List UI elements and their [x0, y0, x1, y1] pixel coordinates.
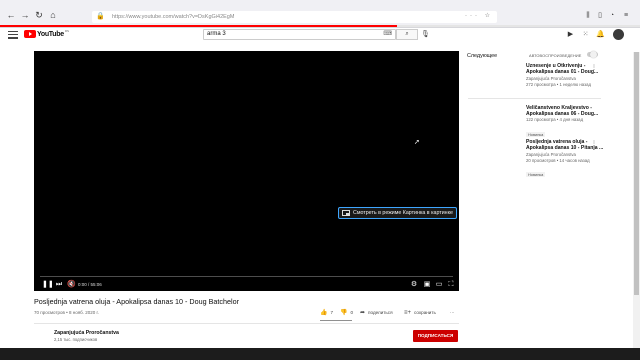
subscribe-button[interactable]: ПОДПИСАТЬСЯ — [413, 330, 458, 342]
youtube-logo[interactable]: YouTube RS — [24, 29, 69, 39]
share-label: поделиться — [368, 310, 393, 315]
video-title: Posljednja vatrena oluja - Apokalipsa da… — [34, 297, 239, 306]
logo-country: RS — [64, 29, 69, 33]
scrollbar[interactable] — [633, 52, 640, 348]
apps-icon[interactable]: ⁙ — [581, 30, 590, 39]
rec-title[interactable]: Veličanstveno Kraljevstvo - Apokalipsa d… — [526, 105, 606, 117]
more-icon[interactable]: ··· — [450, 309, 455, 317]
video-meta: 70 просмотров • 8 нояб. 2020 г. — [34, 310, 99, 315]
mouse-cursor-icon: ➚ — [414, 139, 420, 146]
like-count: 7 — [330, 310, 334, 315]
search-button[interactable]: ⌕ — [396, 29, 418, 40]
search-icon: ⌕ — [405, 31, 409, 37]
video-camera-icon[interactable]: ▶ — [566, 30, 575, 39]
more-icon[interactable]: ⋮ — [591, 64, 597, 71]
rec-stats: 272 просмотра • 1 неделю назад — [526, 81, 592, 87]
recommended-video[interactable]: Veličanstveno Kraljevstvo - Apokalipsa d… — [526, 105, 606, 141]
thumbs-down-icon: 👎 — [340, 310, 348, 316]
up-next-heading: Следующее — [467, 53, 498, 59]
pip-icon — [342, 210, 350, 216]
youtube-play-icon — [24, 30, 36, 38]
volume-icon[interactable]: 🔇 — [67, 280, 76, 289]
save-label: сохранить — [414, 310, 436, 315]
forward-icon[interactable]: → — [20, 10, 30, 20]
extension-icon[interactable]: ◔ — [608, 12, 616, 20]
sentiment-bar — [320, 320, 352, 321]
reload-icon[interactable]: ↻ — [34, 10, 44, 20]
pip-tooltip-text: Смотреть в режиме Картинка в картинке — [353, 210, 453, 216]
new-badge: Новинка — [526, 131, 546, 137]
settings-icon[interactable]: ⚙ — [410, 280, 418, 289]
pip-tooltip[interactable]: Смотреть в режиме Картинка в картинке — [338, 207, 457, 219]
url-bar[interactable]: 🔒 https://www.youtube.com/watch?v=DsKgGi… — [92, 11, 497, 23]
channel-name[interactable]: Zapanjujuća Proročanstva — [54, 330, 119, 336]
page-load-progress — [0, 25, 640, 27]
more-icon[interactable]: ⋮ — [591, 140, 597, 147]
library-icon[interactable]: ⫼ — [584, 12, 592, 20]
fullscreen-icon[interactable]: ⛶ — [447, 280, 455, 289]
channel-subscribers: 2,15 тыс. подписчиков — [54, 337, 98, 342]
player-controls: ❚❚ ⏭ 🔇 0:00 / 55:06 ⚙ ▣ ▭ ⛶ — [34, 279, 459, 291]
masthead: YouTube RS arma 3 ⌨ ⌕ 🎙 ▶ ⁙ 🔔 — [0, 28, 640, 52]
dislike-count: 0 — [350, 310, 354, 315]
sidebar-icon[interactable]: ▯ — [596, 12, 604, 20]
home-icon[interactable]: ⌂ — [48, 10, 58, 20]
theater-icon[interactable]: ▭ — [435, 280, 443, 289]
thumbs-up-icon: 👍 — [320, 310, 328, 316]
divider — [34, 323, 459, 324]
next-icon[interactable]: ⏭ — [55, 280, 63, 289]
avatar[interactable] — [613, 29, 624, 40]
autoplay-toggle[interactable] — [587, 51, 598, 58]
video-player[interactable]: ➚ Смотреть в режиме Картинка в картинке … — [34, 51, 459, 291]
new-badge: Новинка — [526, 172, 546, 177]
save-icon: ≡+ — [404, 310, 412, 316]
guide-menu-icon[interactable] — [8, 31, 18, 39]
save-button[interactable]: ≡+ сохранить — [404, 309, 436, 317]
os-taskbar — [0, 348, 640, 360]
keyboard-icon[interactable]: ⌨ — [383, 31, 392, 38]
share-button[interactable]: ➦ поделиться — [360, 309, 393, 317]
url-actions: ··· ☆ — [464, 13, 493, 19]
menu-icon[interactable]: ≡ — [622, 12, 630, 20]
dislike-button[interactable]: 👎 0 — [340, 309, 353, 317]
url-text[interactable]: https://www.youtube.com/watch?v=DsKgGi42… — [112, 11, 234, 23]
play-icon[interactable]: ❚❚ — [42, 280, 54, 289]
share-icon: ➦ — [360, 310, 366, 316]
like-button[interactable]: 👍 7 — [320, 309, 333, 317]
search-query[interactable]: arma 3 — [207, 30, 226, 39]
logo-text: YouTube — [37, 30, 64, 38]
mic-icon[interactable]: 🎙 — [421, 30, 430, 39]
back-icon[interactable]: ← — [6, 10, 16, 20]
autoplay-label: АВТОВОСПРОИЗВЕДЕНИЕ — [529, 53, 582, 58]
rec-stats: 122 просмотра • 4 дня назад — [526, 117, 584, 122]
bell-icon[interactable]: 🔔 — [596, 30, 605, 39]
lock-icon: 🔒 — [96, 13, 105, 20]
divider — [468, 98, 601, 99]
rec-stats: 20 просмотров • 14 часов назад — [526, 157, 590, 163]
miniplayer-icon[interactable]: ▣ — [423, 280, 431, 289]
seek-bar[interactable] — [40, 276, 453, 277]
browser-toolbar: ← → ↻ ⌂ 🔒 https://www.youtube.com/watch?… — [0, 0, 640, 28]
time-display: 0:00 / 55:06 — [78, 282, 102, 287]
scroll-thumb[interactable] — [634, 52, 639, 295]
search-input[interactable]: arma 3 ⌨ — [203, 29, 396, 40]
